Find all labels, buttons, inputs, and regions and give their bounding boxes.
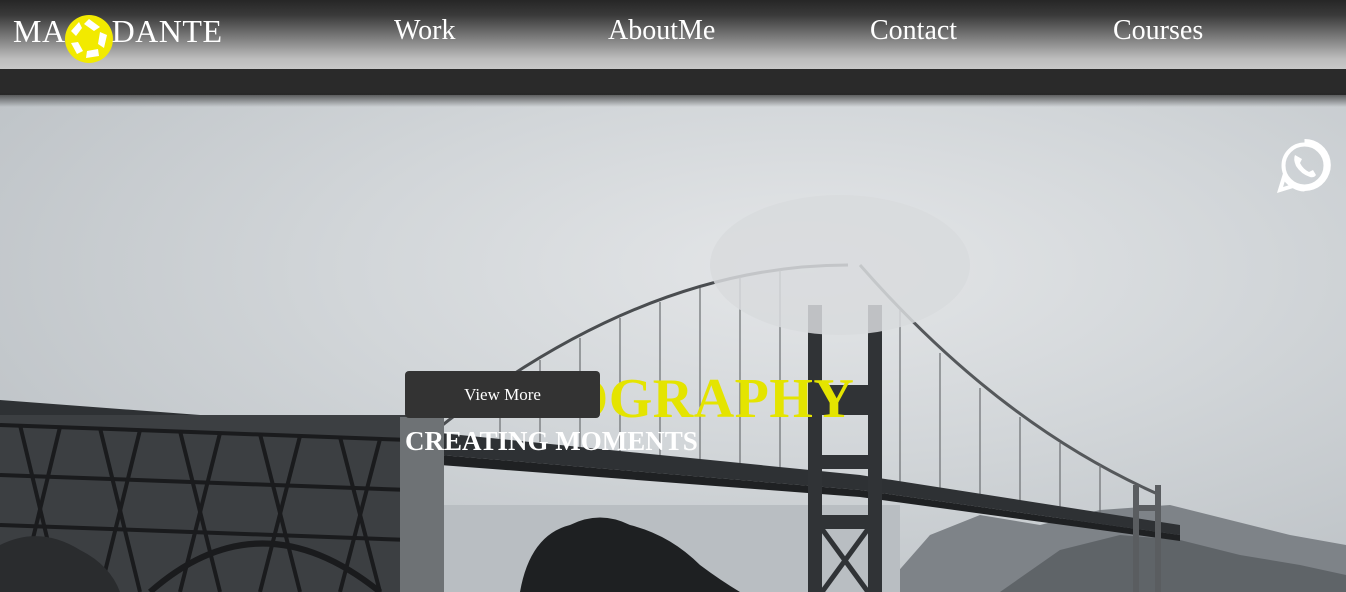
navbar-shadow-fade xyxy=(0,93,1346,107)
view-more-button[interactable]: View More xyxy=(405,371,600,418)
navbar-shadow-bar xyxy=(0,69,1346,95)
brand-name-right: DANTE xyxy=(111,13,223,49)
nav-item-work[interactable]: Work xyxy=(394,13,456,49)
hero-section: PHOTOGRAPHY CREATING MOMENTS View More xyxy=(0,95,1346,592)
nav-item-courses[interactable]: Courses xyxy=(1113,13,1203,49)
hero-background-image xyxy=(0,195,1346,592)
brand-logo[interactable]: MA DANTE xyxy=(13,12,223,63)
brand-name-left: MA xyxy=(13,13,66,49)
nav-item-contact[interactable]: Contact xyxy=(870,13,957,49)
nav-item-aboutme[interactable]: AboutMe xyxy=(608,13,715,49)
hero-subheadline: CREATING MOMENTS xyxy=(405,426,698,456)
aperture-icon xyxy=(64,15,113,63)
whatsapp-icon[interactable] xyxy=(1276,137,1333,194)
top-navbar: MA DANTE Work AboutMe Contact Courses xyxy=(0,0,1346,69)
